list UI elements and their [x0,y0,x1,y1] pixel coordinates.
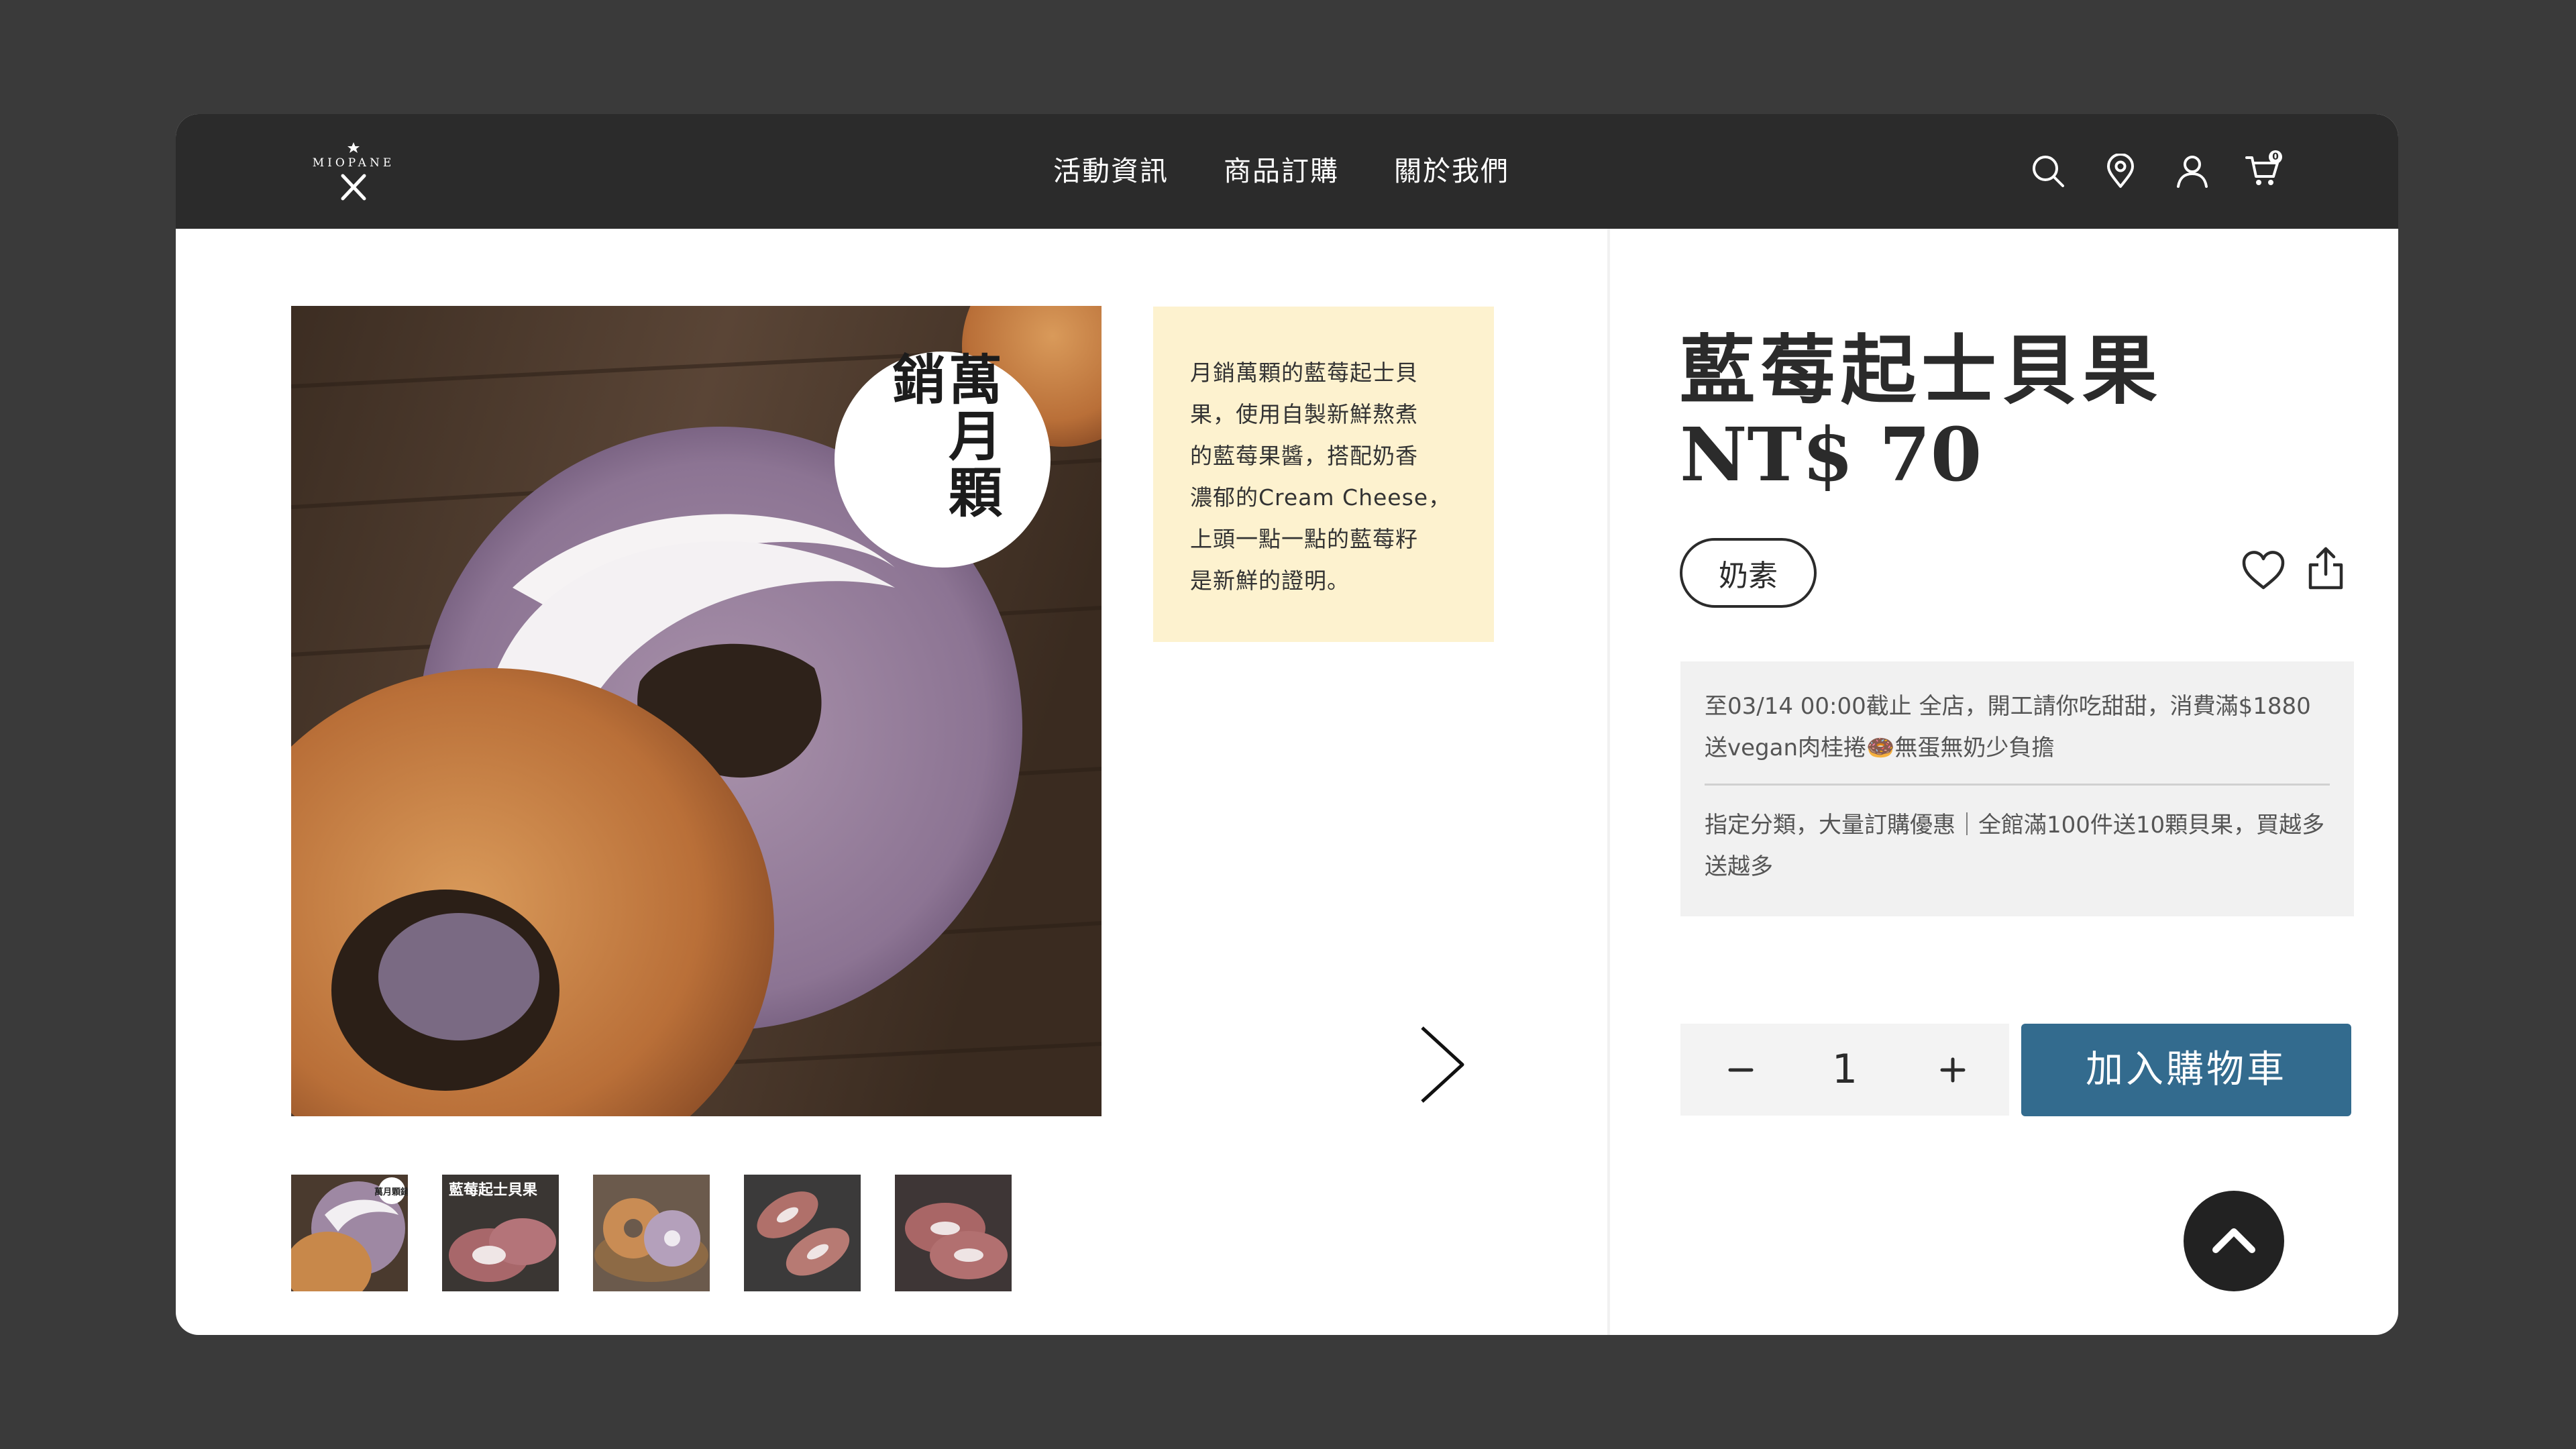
column-divider [1607,229,1610,1335]
promotions-box: 至03/14 00:00截止 全店，開工請你吃甜甜，消費滿$1880送vegan… [1680,661,2354,916]
thumbnail-title-text: 藍莓起士貝果 [449,1181,537,1199]
heart-icon[interactable] [2240,547,2287,594]
add-to-cart-button[interactable]: 加入購物車 [2021,1024,2351,1116]
user-icon[interactable] [2175,154,2210,189]
logo-wordmark: MIOPANE [313,156,395,170]
dietary-tag: 奶素 [1680,538,1817,608]
thumbnail-3[interactable] [593,1175,710,1291]
back-to-top-button[interactable] [2184,1191,2284,1291]
thumbnail-badge-text: 萬月顆銷 [374,1187,408,1197]
cart-icon[interactable]: 0 [2245,150,2282,189]
promotion-item[interactable]: 指定分類，大量訂購優惠｜全館滿100件送10顆貝果，買越多送越多 [1705,784,2330,902]
decrease-quantity-button[interactable] [1694,1024,1788,1116]
minus-icon [1728,1068,1754,1072]
description-line: 的藍莓果醬，搭配奶香 [1190,443,1418,469]
thumbnail-strip: 萬月顆銷 藍莓起士貝果 [291,1175,1012,1291]
nav-shop[interactable]: 商品訂購 [1224,149,1339,193]
logo-emblem-icon: MIOPANE [313,142,395,201]
best-seller-badge-text: 萬月顆銷 [883,352,1002,521]
increase-quantity-button[interactable] [1906,1024,2000,1116]
dietary-tag-label: 奶素 [1719,559,1778,593]
thumbnail-5[interactable] [895,1175,1012,1291]
search-icon[interactable] [2031,154,2065,189]
nav-about[interactable]: 關於我們 [1394,149,1509,193]
share-icon[interactable] [2305,545,2347,592]
description-line: 月銷萬顆的藍莓起士貝 [1190,360,1418,386]
description-line: 果，使用自製新鮮熬煮 [1190,401,1418,427]
thumbnail-4[interactable] [744,1175,861,1291]
brand-logo[interactable]: MIOPANE [307,141,400,205]
thumbnail-2[interactable]: 藍莓起士貝果 [442,1175,559,1291]
description-line: 上頭一點一點的藍莓籽 [1190,526,1418,552]
location-pin-icon[interactable] [2103,153,2138,189]
product-page-window: MIOPANE 活動資訊 商品訂購 關於我們 0 萬月顆銷 月銷萬顆的藍莓起士貝… [176,114,2398,1335]
product-title: 藍莓起士貝果 [1680,327,2163,415]
cart-count-badge: 0 [2269,150,2282,164]
product-description-box: 月銷萬顆的藍莓起士貝 果，使用自製新鮮熬煮 的藍莓果醬，搭配奶香 濃郁的Crea… [1153,307,1494,642]
main-nav: 活動資訊 商品訂購 關於我們 [1053,149,1509,193]
next-image-arrow-icon[interactable] [1409,1014,1476,1115]
thumbnail-1[interactable]: 萬月顆銷 [291,1175,408,1291]
promotion-item[interactable]: 至03/14 00:00截止 全店，開工請你吃甜甜，消費滿$1880送vegan… [1705,661,2330,784]
nav-events[interactable]: 活動資訊 [1053,149,1169,193]
product-price: NT$ 70 [1680,411,1982,498]
main-product-image[interactable]: 萬月顆銷 [291,306,1102,1116]
best-seller-badge: 萬月顆銷 [835,352,1051,568]
top-navbar: MIOPANE 活動資訊 商品訂購 關於我們 0 [176,114,2398,229]
plus-icon [1940,1057,1966,1083]
quantity-stepper: 1 [1680,1024,2009,1116]
quantity-value[interactable]: 1 [1798,1024,1892,1116]
description-line: 是新鮮的證明。 [1190,568,1350,594]
description-line: 濃郁的Cream Cheese， [1190,484,1452,511]
chevron-up-icon [2212,1228,2255,1253]
